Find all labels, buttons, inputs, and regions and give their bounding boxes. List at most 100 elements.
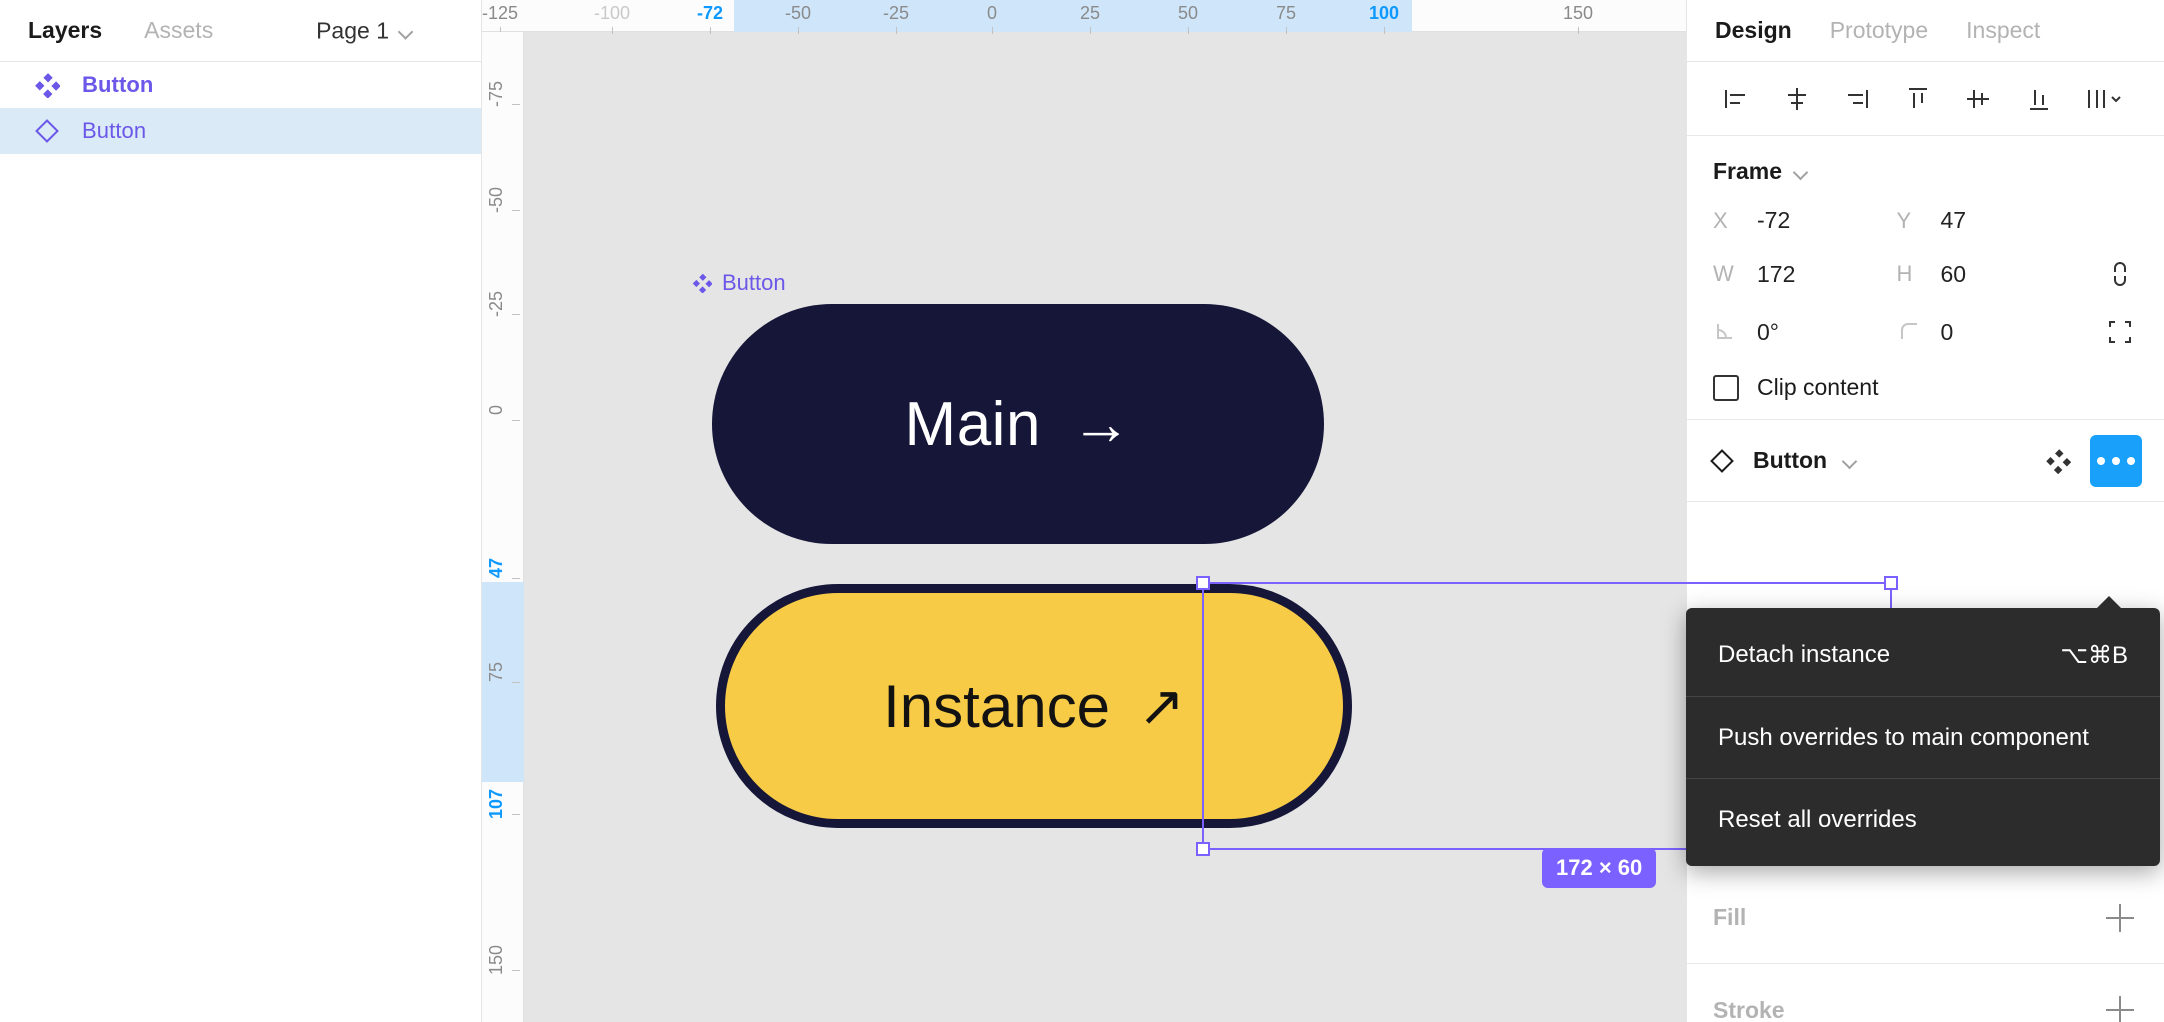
align-bottom-icon[interactable] xyxy=(2016,76,2062,122)
ruler-tick-mark xyxy=(1188,27,1189,34)
align-left-icon[interactable] xyxy=(1713,76,1759,122)
align-vertical-center-icon[interactable] xyxy=(1955,76,2001,122)
more-options-button[interactable] xyxy=(2090,434,2142,487)
ruler-tick-h: -72 xyxy=(697,3,723,34)
ruler-tick-mark xyxy=(512,578,520,579)
menu-item-label: Push overrides to main component xyxy=(1718,723,2089,751)
independent-corners-icon[interactable] xyxy=(2102,314,2138,350)
ruler-tick-v: 75 xyxy=(486,661,506,683)
menu-item-label: Detach instance xyxy=(1718,641,1891,668)
layer-row-main-component[interactable]: Button xyxy=(0,62,481,108)
width-value[interactable]: 172 xyxy=(1757,261,1795,288)
ruler-tick-h: -100 xyxy=(594,3,630,34)
menu-item-push-overrides[interactable]: Push overrides to main component xyxy=(1686,696,2160,778)
x-field[interactable]: X -72 xyxy=(1713,207,1897,234)
menu-item-reset-all-overrides[interactable]: Reset all overrides xyxy=(1686,778,2160,860)
ruler-tick-h: 75 xyxy=(1276,3,1296,34)
chevron-down-icon xyxy=(399,26,413,35)
ruler-tick-mark xyxy=(895,27,897,34)
height-label: H xyxy=(1896,261,1913,286)
swap-instance-icon[interactable] xyxy=(2036,439,2080,483)
clip-content-label: Clip content xyxy=(1757,374,1879,400)
ruler-tick-mark xyxy=(512,104,520,105)
ruler-tick-mark xyxy=(1577,27,1579,34)
instance-button-content: Instance ↗ xyxy=(883,672,1185,741)
width-label: W xyxy=(1713,261,1734,286)
more-options-icon xyxy=(2127,456,2135,465)
main-button-shape[interactable]: Main → xyxy=(712,304,1324,544)
left-sidebar: Layers Assets Page 1 Button Button xyxy=(0,0,482,1022)
ruler-tick-h: 25 xyxy=(1080,3,1100,34)
left-sidebar-tabbar: Layers Assets Page 1 xyxy=(0,0,481,62)
component-icon xyxy=(34,72,61,99)
layer-row-instance[interactable]: Button xyxy=(0,108,481,154)
ruler-tick-mark xyxy=(797,27,799,34)
ruler-tick-v: 47 xyxy=(486,557,506,579)
x-label: X xyxy=(1713,207,1728,233)
vertical-ruler[interactable]: -75 -50 -25 0 47 75 107 150 xyxy=(482,32,524,1022)
ruler-tick-v: -50 xyxy=(486,186,506,214)
corner-radius-value[interactable]: 0 xyxy=(1941,319,1954,346)
ruler-tick-mark xyxy=(512,682,520,683)
y-value[interactable]: 47 xyxy=(1941,207,1967,234)
ruler-tick-mark xyxy=(512,314,520,315)
rotation-field[interactable]: 0° xyxy=(1713,319,1897,346)
main-component-badge-label: Button xyxy=(722,270,786,295)
add-fill-button[interactable] xyxy=(2102,900,2138,936)
tab-layers[interactable]: Layers xyxy=(28,17,102,44)
frame-section-header[interactable]: Frame xyxy=(1713,158,2138,185)
instance-button-shape[interactable]: Instance ↗ xyxy=(716,584,1352,828)
ruler-tick-mark xyxy=(512,210,520,211)
clip-content-row[interactable]: Clip content xyxy=(1713,374,2138,401)
corner-radius-field[interactable]: 0 xyxy=(1897,319,2081,346)
main-button-content: Main → xyxy=(905,389,1132,460)
rotation-icon xyxy=(1713,319,1739,345)
ruler-tick-mark xyxy=(1090,27,1091,34)
ruler-tick-mark xyxy=(612,27,613,34)
y-label: Y xyxy=(1896,207,1912,233)
tab-assets[interactable]: Assets xyxy=(144,17,213,44)
ruler-tick-v: 150 xyxy=(486,944,506,976)
main-component-badge[interactable]: Button xyxy=(692,270,786,296)
canvas-viewport[interactable]: Button Main → Instance ↗ xyxy=(524,32,1686,1022)
layer-name: Button xyxy=(82,72,154,97)
frame-properties-grid: X -72 Y 47 W 172 H 60 0° 0 xyxy=(1713,207,2138,350)
width-field[interactable]: W 172 xyxy=(1713,261,1897,288)
instance-diamond-icon xyxy=(34,118,60,144)
x-value[interactable]: -72 xyxy=(1757,207,1790,234)
ruler-tick-h: 0 xyxy=(987,3,997,34)
y-field[interactable]: Y 47 xyxy=(1897,207,2081,234)
canvas-area[interactable]: -125 -100 -72 -50 -25 0 25 50 75 100 150 -75 -50 -25… xyxy=(482,0,1898,1022)
component-name-label[interactable]: Button xyxy=(1753,447,1827,474)
align-top-icon[interactable] xyxy=(1895,76,1941,122)
link-proportions-icon[interactable] xyxy=(2102,256,2138,292)
horizontal-ruler[interactable]: -125 -100 -72 -50 -25 0 25 50 75 100 150 xyxy=(482,0,1686,34)
ruler-tick-h: 150 xyxy=(1563,3,1593,34)
more-options-icon xyxy=(2112,456,2120,465)
right-sidebar: Design Prototype Inspect Frame X -72 Y 4… xyxy=(1686,0,2164,1022)
add-stroke-button[interactable] xyxy=(2102,992,2138,1022)
stroke-section: Stroke xyxy=(1687,964,2164,1022)
figma-app-window: Layers Assets Page 1 Button Button -125 … xyxy=(0,0,2164,1022)
ruler-tick-h: -125 xyxy=(482,3,518,34)
ruler-tick-mark xyxy=(512,814,520,815)
tab-prototype[interactable]: Prototype xyxy=(1830,17,1928,44)
menu-item-detach-instance[interactable]: Detach instance ⌥⌘B xyxy=(1686,614,2160,696)
corner-radius-icon xyxy=(1897,319,1923,345)
tab-design[interactable]: Design xyxy=(1715,17,1792,44)
distribute-more-icon[interactable] xyxy=(2076,76,2138,122)
chevron-down-icon[interactable] xyxy=(1794,167,1808,176)
ruler-tick-mark xyxy=(1383,27,1385,34)
tab-inspect[interactable]: Inspect xyxy=(1966,17,2040,44)
rotation-value[interactable]: 0° xyxy=(1757,319,1779,346)
align-right-icon[interactable] xyxy=(1834,76,1880,122)
clip-content-checkbox[interactable] xyxy=(1713,374,1739,401)
align-horizontal-center-icon[interactable] xyxy=(1774,76,1820,122)
instance-button-label: Instance xyxy=(883,672,1110,740)
height-field[interactable]: H 60 xyxy=(1897,261,2081,288)
chevron-down-icon[interactable] xyxy=(1843,456,1857,465)
page-selector[interactable]: Page 1 xyxy=(316,17,413,44)
ruler-tick-v: -25 xyxy=(486,290,506,318)
frame-section-title: Frame xyxy=(1713,158,1783,184)
height-value[interactable]: 60 xyxy=(1941,261,1967,288)
